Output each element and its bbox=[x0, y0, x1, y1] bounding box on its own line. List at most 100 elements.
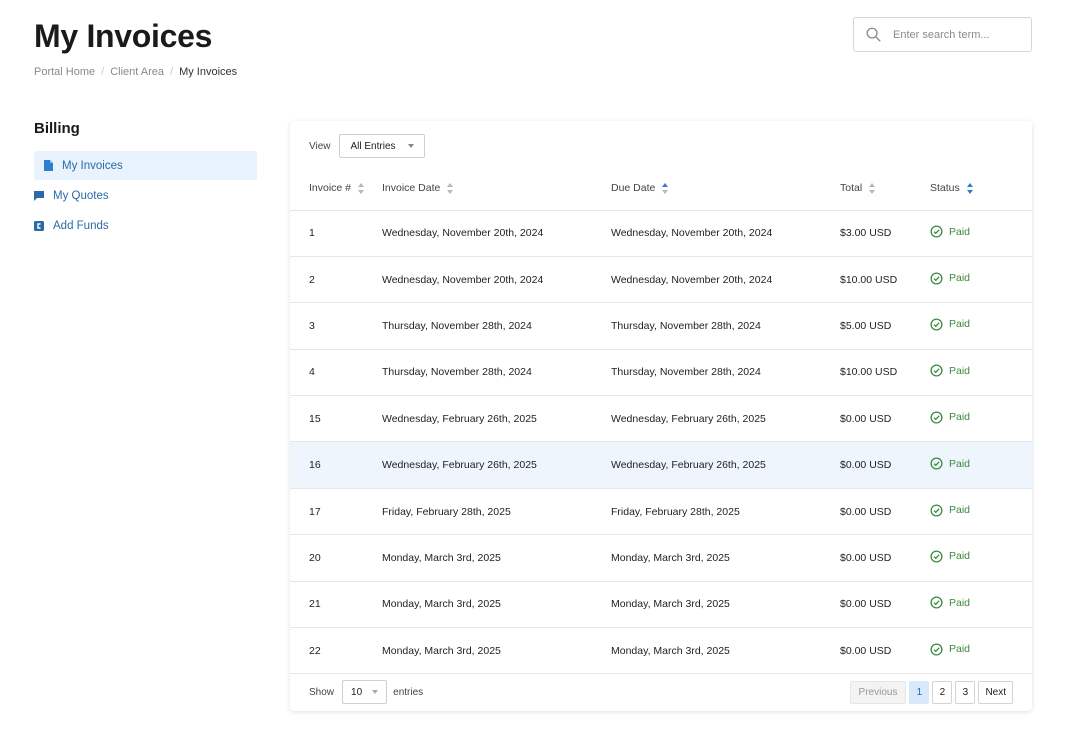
invoice-status: Paid bbox=[930, 581, 1032, 629]
invoice-total: $0.00 USD bbox=[840, 534, 930, 582]
page-button-1[interactable]: 1 bbox=[909, 680, 930, 704]
invoice-date: Wednesday, November 20th, 2024 bbox=[382, 210, 611, 257]
status-badge: Paid bbox=[949, 272, 971, 285]
invoice-date: Wednesday, February 26th, 2025 bbox=[382, 395, 611, 443]
sidebar-item-my-quotes[interactable]: My Quotes bbox=[34, 181, 257, 210]
sidebar-item-my-invoices[interactable]: My Invoices bbox=[34, 151, 257, 180]
table-row[interactable]: 17 Friday, February 28th, 2025 Friday, F… bbox=[290, 488, 1032, 536]
view-select-value: All Entries bbox=[350, 140, 396, 152]
invoice-number: 16 bbox=[290, 441, 382, 489]
table-row[interactable]: 22 Monday, March 3rd, 2025 Monday, March… bbox=[290, 627, 1032, 675]
column-header-invoice-number[interactable]: Invoice # bbox=[290, 167, 382, 211]
entries-label: entries bbox=[393, 686, 424, 698]
table-row[interactable]: 2 Wednesday, November 20th, 2024 Wednesd… bbox=[290, 256, 1032, 304]
sort-icon bbox=[447, 182, 454, 194]
table-row-hovered[interactable]: 16 Wednesday, February 26th, 2025 Wednes… bbox=[290, 441, 1032, 489]
status-badge: Paid bbox=[949, 596, 971, 609]
next-page-button[interactable]: Next bbox=[978, 680, 1013, 704]
status-badge: Paid bbox=[949, 318, 971, 331]
table-row[interactable]: 21 Monday, March 3rd, 2025 Monday, March… bbox=[290, 581, 1032, 629]
invoice-number: 2 bbox=[290, 256, 382, 304]
invoice-total: $0.00 USD bbox=[840, 441, 930, 489]
table-row[interactable]: 20 Monday, March 3rd, 2025 Monday, March… bbox=[290, 534, 1032, 582]
invoice-status: Paid bbox=[930, 488, 1032, 536]
invoice-date: Monday, March 3rd, 2025 bbox=[382, 581, 611, 629]
invoice-date: Monday, March 3rd, 2025 bbox=[382, 627, 611, 675]
due-date: Thursday, November 28th, 2024 bbox=[611, 302, 840, 350]
file-icon bbox=[43, 160, 53, 172]
show-label: Show bbox=[309, 686, 335, 698]
invoice-total: $0.00 USD bbox=[840, 581, 930, 629]
status-badge: Paid bbox=[949, 504, 971, 517]
invoice-status: Paid bbox=[930, 210, 1032, 257]
status-badge: Paid bbox=[949, 550, 971, 563]
table-row[interactable]: 1 Wednesday, November 20th, 2024 Wednesd… bbox=[290, 210, 1032, 257]
invoice-total: $10.00 USD bbox=[840, 349, 930, 397]
column-header-invoice-date[interactable]: Invoice Date bbox=[382, 167, 611, 211]
sort-icon bbox=[358, 182, 365, 194]
status-badge: Paid bbox=[949, 225, 971, 238]
table-row[interactable]: 4 Thursday, November 28th, 2024 Thursday… bbox=[290, 349, 1032, 397]
invoice-number: 22 bbox=[290, 627, 382, 675]
cc-icon bbox=[34, 220, 44, 232]
column-header-due-date[interactable]: Due Date bbox=[611, 167, 840, 211]
column-header-status[interactable]: Status bbox=[930, 167, 1032, 211]
invoice-number: 21 bbox=[290, 581, 382, 629]
previous-page-button[interactable]: Previous bbox=[849, 680, 907, 704]
page-button-2[interactable]: 2 bbox=[932, 680, 953, 704]
invoice-number: 1 bbox=[290, 210, 382, 257]
breadcrumb-portal-home[interactable]: Portal Home bbox=[34, 66, 95, 78]
sidebar-title: Billing bbox=[34, 120, 80, 137]
invoice-date: Thursday, November 28th, 2024 bbox=[382, 302, 611, 350]
sidebar: Billing My Invoices My Quotes Add Funds bbox=[34, 120, 257, 241]
invoice-total: $5.00 USD bbox=[840, 302, 930, 350]
check-circle-icon bbox=[930, 318, 943, 331]
invoice-number: 15 bbox=[290, 395, 382, 443]
check-circle-icon bbox=[930, 503, 943, 517]
due-date: Wednesday, November 20th, 2024 bbox=[611, 210, 840, 257]
invoice-status: Paid bbox=[930, 256, 1032, 304]
column-header-total[interactable]: Total bbox=[840, 167, 930, 211]
status-badge: Paid bbox=[949, 643, 971, 656]
breadcrumb-client-area[interactable]: Client Area bbox=[110, 66, 164, 78]
sidebar-item-add-funds[interactable]: Add Funds bbox=[34, 211, 257, 240]
invoice-status: Paid bbox=[930, 395, 1032, 443]
invoice-total: $0.00 USD bbox=[840, 488, 930, 536]
sort-icon bbox=[869, 182, 876, 194]
view-select[interactable]: All Entries bbox=[338, 134, 425, 158]
due-date: Monday, March 3rd, 2025 bbox=[611, 581, 840, 629]
page-length-select[interactable]: 10 bbox=[342, 680, 388, 704]
due-date: Friday, February 28th, 2025 bbox=[611, 488, 840, 536]
invoices-table: Invoice # Invoice Date Due Date Total St… bbox=[290, 167, 1032, 675]
check-circle-icon bbox=[930, 596, 943, 609]
search-box[interactable] bbox=[853, 17, 1032, 52]
table-row[interactable]: 15 Wednesday, February 26th, 2025 Wednes… bbox=[290, 395, 1032, 443]
invoice-number: 4 bbox=[290, 349, 382, 397]
sidebar-item-label: My Invoices bbox=[62, 159, 123, 172]
breadcrumb-separator: / bbox=[101, 66, 105, 78]
due-date: Wednesday, February 26th, 2025 bbox=[611, 441, 840, 489]
invoice-date: Friday, February 28th, 2025 bbox=[382, 488, 611, 536]
check-circle-icon bbox=[930, 550, 943, 563]
search-input[interactable] bbox=[893, 28, 1023, 41]
check-circle-icon bbox=[930, 643, 943, 656]
comment-icon bbox=[34, 190, 44, 202]
pagination: Previous 1 2 3 Next bbox=[849, 680, 1013, 704]
table-header-row: Invoice # Invoice Date Due Date Total St… bbox=[290, 167, 1032, 211]
status-badge: Paid bbox=[949, 411, 971, 424]
invoice-total: $0.00 USD bbox=[840, 395, 930, 443]
table-footer: Show 10 entries Previous 1 2 3 Next bbox=[309, 680, 1013, 704]
table-row[interactable]: 3 Thursday, November 28th, 2024 Thursday… bbox=[290, 302, 1032, 350]
invoice-date: Wednesday, November 20th, 2024 bbox=[382, 256, 611, 304]
invoice-total: $3.00 USD bbox=[840, 210, 930, 257]
sidebar-item-label: Add Funds bbox=[53, 219, 109, 232]
due-date: Thursday, November 28th, 2024 bbox=[611, 349, 840, 397]
invoice-date: Thursday, November 28th, 2024 bbox=[382, 349, 611, 397]
page-button-3[interactable]: 3 bbox=[955, 680, 976, 704]
invoice-status: Paid bbox=[930, 441, 1032, 489]
breadcrumb-separator: / bbox=[170, 66, 174, 78]
invoice-date: Wednesday, February 26th, 2025 bbox=[382, 441, 611, 489]
invoice-total: $0.00 USD bbox=[840, 627, 930, 675]
chevron-down-icon bbox=[372, 690, 379, 694]
check-circle-icon bbox=[930, 225, 943, 238]
